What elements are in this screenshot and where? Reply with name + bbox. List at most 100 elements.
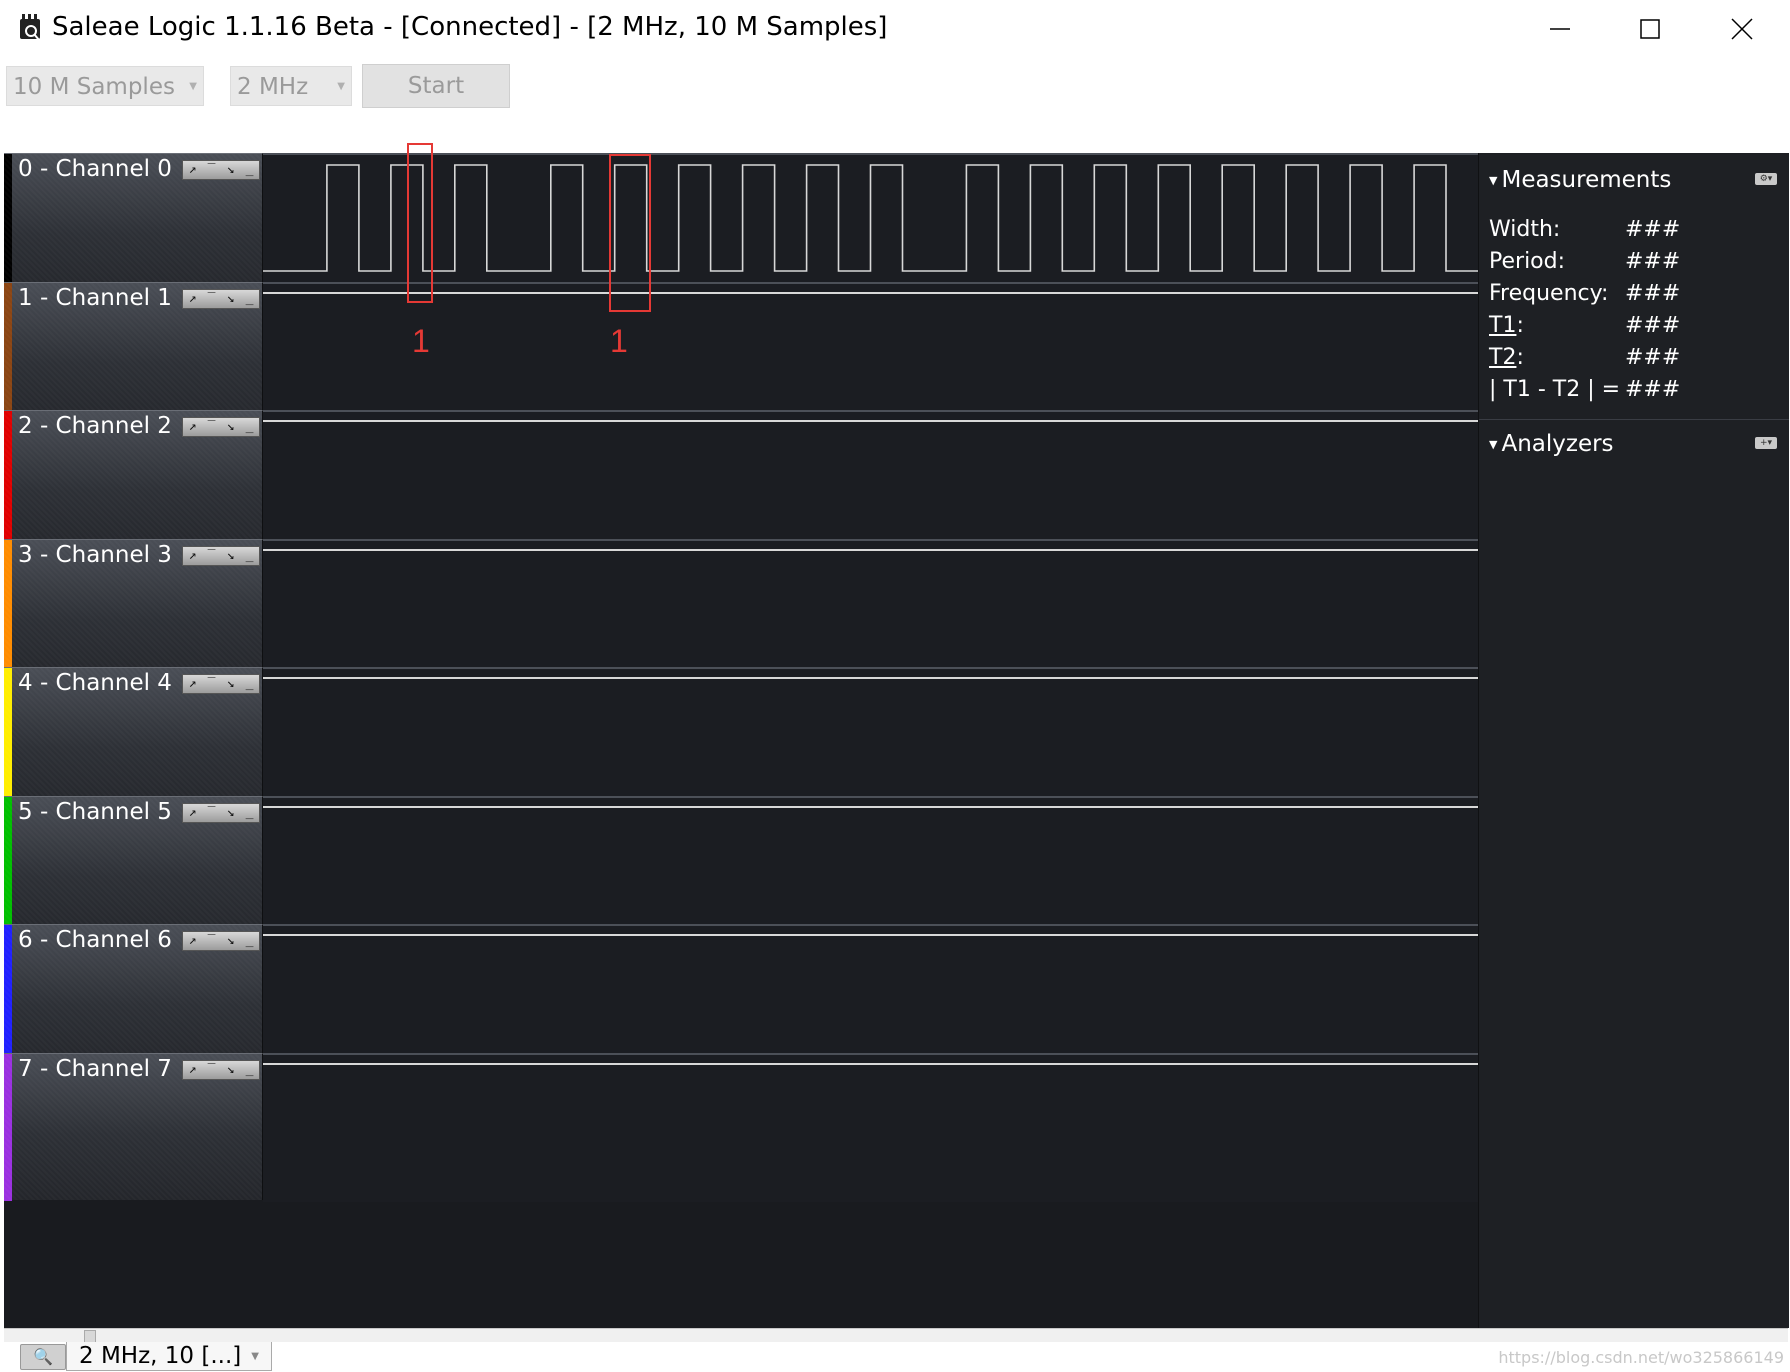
rising-edge-icon[interactable]: ↗ [189, 675, 197, 693]
flat-signal-line [263, 420, 1478, 422]
period-label: Period: [1489, 249, 1566, 274]
low-level-icon[interactable]: _ [246, 418, 254, 436]
falling-edge-icon[interactable]: ↘ [227, 932, 235, 950]
channel-label-panel[interactable]: 5 - Channel 5 ↗ ‾ ↘ _ [4, 796, 263, 944]
t2-link[interactable]: T2 [1489, 345, 1516, 370]
minimize-button[interactable] [1514, 0, 1606, 58]
falling-edge-icon[interactable]: ↘ [227, 290, 235, 308]
flat-signal-line [263, 677, 1478, 679]
trigger-buttons[interactable]: ↗ ‾ ↘ _ [182, 674, 260, 694]
high-level-icon[interactable]: ‾ [208, 675, 216, 693]
search-icon: 🔍 [33, 1347, 53, 1366]
maximize-button[interactable] [1604, 0, 1696, 58]
rate-dropdown[interactable]: 2 MHz ▼ [230, 66, 352, 106]
falling-edge-icon[interactable]: ↘ [227, 161, 235, 179]
channel-label-panel[interactable]: 0 - Channel 0 ↗ ‾ ↘ _ [4, 153, 263, 301]
falling-edge-icon[interactable]: ↘ [227, 1061, 235, 1079]
high-level-icon[interactable]: ‾ [208, 418, 216, 436]
trigger-buttons[interactable]: ↗ ‾ ↘ _ [182, 417, 260, 437]
high-level-icon[interactable]: ‾ [208, 1061, 216, 1079]
trigger-buttons[interactable]: ↗ ‾ ↘ _ [182, 546, 260, 566]
rising-edge-icon[interactable]: ↗ [189, 418, 197, 436]
flat-signal-line [263, 806, 1478, 808]
trigger-buttons[interactable]: ↗ ‾ ↘ _ [182, 289, 260, 309]
trigger-buttons[interactable]: ↗ ‾ ↘ _ [182, 1060, 260, 1080]
falling-edge-icon[interactable]: ↘ [227, 547, 235, 565]
panel-divider[interactable] [1479, 419, 1789, 420]
annotation-box [609, 154, 651, 312]
rising-edge-icon[interactable]: ↗ [189, 804, 197, 822]
minimize-icon [1550, 28, 1570, 30]
channel-trace-area[interactable] [263, 924, 1478, 1073]
high-level-icon[interactable]: ‾ [208, 547, 216, 565]
period-value: ### [1625, 249, 1681, 274]
t2-value: ### [1625, 345, 1681, 370]
waveform-trace [263, 164, 1478, 272]
trigger-buttons[interactable]: ↗ ‾ ↘ _ [182, 931, 260, 951]
high-level-icon[interactable]: ‾ [208, 932, 216, 950]
close-button[interactable] [1696, 0, 1788, 58]
chevron-down-icon[interactable]: ▼ [251, 1351, 259, 1362]
t1-value: ### [1625, 313, 1681, 338]
channel-row: 2 - Channel 2 ↗ ‾ ↘ _ [4, 410, 1478, 559]
trigger-buttons[interactable]: ↗ ‾ ↘ _ [182, 160, 260, 180]
channel-row: 3 - Channel 3 ↗ ‾ ↘ _ [4, 539, 1478, 688]
collapse-triangle-icon: ▼ [1489, 438, 1498, 451]
low-level-icon[interactable]: _ [246, 290, 254, 308]
rising-edge-icon[interactable]: ↗ [189, 547, 197, 565]
annotation-box [407, 143, 433, 303]
low-level-icon[interactable]: _ [246, 932, 254, 950]
capture-tab[interactable]: 2 MHz, 10 [...] ▼ [66, 1342, 272, 1371]
high-level-icon[interactable]: ‾ [208, 161, 216, 179]
waveform-line [263, 164, 1478, 272]
channel-trace-area[interactable] [263, 539, 1478, 688]
t1-link[interactable]: T1 [1489, 313, 1516, 338]
samples-dropdown[interactable]: 10 M Samples ▼ [6, 66, 204, 106]
maximize-icon [1640, 19, 1660, 39]
measurements-header[interactable]: ▼ Measurements [1489, 167, 1671, 193]
high-level-icon[interactable]: ‾ [208, 804, 216, 822]
low-level-icon[interactable]: _ [246, 675, 254, 693]
analyzers-header[interactable]: ▼ Analyzers [1489, 431, 1614, 457]
search-tab[interactable]: 🔍 [20, 1344, 66, 1370]
rising-edge-icon[interactable]: ↗ [189, 1061, 197, 1079]
channel-trace-area[interactable] [263, 796, 1478, 945]
low-level-icon[interactable]: _ [246, 804, 254, 822]
measurements-settings-icon[interactable]: ⚙▾ [1755, 173, 1777, 185]
channel-name: 5 - Channel 5 [18, 799, 172, 825]
channel-row: 4 - Channel 4 ↗ ‾ ↘ _ [4, 667, 1478, 816]
add-analyzer-icon[interactable]: +▾ [1755, 437, 1777, 449]
low-level-icon[interactable]: _ [246, 547, 254, 565]
channel-label-panel[interactable]: 7 - Channel 7 ↗ ‾ ↘ _ [4, 1053, 263, 1201]
channel-color-strip [4, 1054, 12, 1201]
low-level-icon[interactable]: _ [246, 1061, 254, 1079]
channel-label-panel[interactable]: 4 - Channel 4 ↗ ‾ ↘ _ [4, 667, 263, 815]
channel-color-strip [4, 540, 12, 687]
channel-row: 5 - Channel 5 ↗ ‾ ↘ _ [4, 796, 1478, 945]
falling-edge-icon[interactable]: ↘ [227, 804, 235, 822]
channel-trace-area[interactable] [263, 1053, 1478, 1202]
falling-edge-icon[interactable]: ↘ [227, 418, 235, 436]
channel-row: 0 - Channel 0 ↗ ‾ ↘ _ [4, 153, 1478, 302]
channel-trace-area[interactable] [263, 282, 1478, 431]
low-level-icon[interactable]: _ [246, 161, 254, 179]
channel-color-strip [4, 668, 12, 815]
rising-edge-icon[interactable]: ↗ [189, 290, 197, 308]
channel-trace-area[interactable] [263, 410, 1478, 559]
channel-label-panel[interactable]: 2 - Channel 2 ↗ ‾ ↘ _ [4, 410, 263, 558]
channel-label-panel[interactable]: 6 - Channel 6 ↗ ‾ ↘ _ [4, 924, 263, 1072]
high-level-icon[interactable]: ‾ [208, 290, 216, 308]
channel-label-panel[interactable]: 3 - Channel 3 ↗ ‾ ↘ _ [4, 539, 263, 687]
channel-trace-area[interactable] [263, 667, 1478, 816]
analyzers-title: Analyzers [1501, 431, 1614, 457]
channel-trace-area[interactable] [263, 153, 1478, 302]
channel-label-panel[interactable]: 1 - Channel 1 ↗ ‾ ↘ _ [4, 282, 263, 430]
trigger-buttons[interactable]: ↗ ‾ ↘ _ [182, 803, 260, 823]
falling-edge-icon[interactable]: ↘ [227, 675, 235, 693]
flat-signal-line [263, 1063, 1478, 1065]
horizontal-scrollbar[interactable] [4, 1328, 1788, 1343]
rising-edge-icon[interactable]: ↗ [189, 161, 197, 179]
width-value: ### [1625, 217, 1681, 242]
start-button[interactable]: Start [362, 64, 510, 108]
rising-edge-icon[interactable]: ↗ [189, 932, 197, 950]
